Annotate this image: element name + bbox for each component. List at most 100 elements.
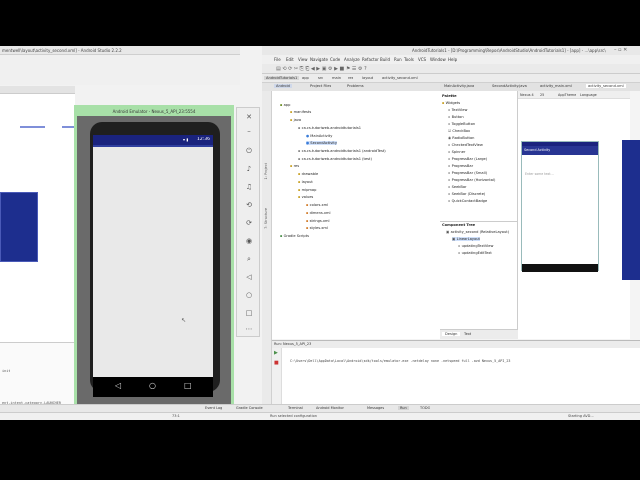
device-selector[interactable]: Nexus 4 bbox=[520, 93, 534, 97]
tree-item[interactable]: ▪ layout bbox=[298, 180, 313, 184]
palette-item[interactable]: ▫ ToggleButton bbox=[448, 122, 475, 126]
menu-file[interactable]: File bbox=[274, 57, 281, 62]
tree-item[interactable]: ▪ styles.xml bbox=[306, 226, 328, 230]
menu-refactor[interactable]: Refactor bbox=[362, 57, 379, 62]
component-tree-item[interactable]: ▫ updatingEditText bbox=[458, 251, 492, 255]
zoom-icon[interactable]: ⌕ bbox=[244, 254, 254, 264]
stop-icon[interactable]: ■ bbox=[274, 360, 279, 366]
tab-messages[interactable]: Messages bbox=[367, 406, 384, 410]
tree-item[interactable]: ▪ ca.cs.tutoriweb.androidtutorials1 bbox=[298, 126, 361, 130]
power-icon[interactable]: ⏻ bbox=[244, 146, 254, 156]
overview-icon[interactable]: □ bbox=[244, 308, 254, 318]
structure-side-tab[interactable]: 7: Structure bbox=[264, 208, 268, 229]
tab-event-log[interactable]: Event Log bbox=[205, 406, 222, 410]
project-side-tab[interactable]: 1: Project bbox=[264, 163, 268, 180]
palette-item[interactable]: ▫ Button bbox=[448, 115, 464, 119]
volume-down-icon[interactable]: ♫ bbox=[244, 182, 254, 192]
tab-text[interactable]: Text bbox=[464, 332, 471, 336]
menu-vcs[interactable]: VCS bbox=[418, 57, 426, 62]
tree-item[interactable]: ▪ dimens.xml bbox=[306, 211, 331, 215]
tree-item[interactable]: ▪ app bbox=[280, 103, 290, 107]
tab-problems[interactable]: Problems bbox=[347, 84, 364, 88]
breadcrumb-item-project[interactable]: AndroidTutorials1 bbox=[264, 76, 300, 80]
palette-item[interactable]: ▫ ProgressBar (Large) bbox=[448, 157, 487, 161]
minimize-icon[interactable]: – bbox=[244, 126, 254, 136]
palette-item[interactable]: ▫ ProgressBar bbox=[448, 164, 473, 168]
tree-item[interactable]: ▪ colors.xml bbox=[306, 203, 328, 207]
menu-build[interactable]: Build bbox=[380, 57, 390, 62]
palette-item[interactable]: ▫ SeekBar bbox=[448, 185, 467, 189]
nav-back-icon[interactable]: ◁ bbox=[115, 381, 121, 390]
volume-up-icon[interactable]: ♪ bbox=[244, 164, 254, 174]
menu-analyze[interactable]: Analyze bbox=[344, 57, 360, 62]
phone-screen[interactable]: ▾ ▮ 12:36 ↖ ◁ ○ □ bbox=[93, 135, 213, 397]
tree-item[interactable]: ▪ Gradle Scripts bbox=[280, 234, 309, 238]
menu-window[interactable]: Window bbox=[430, 57, 446, 62]
tab-android[interactable]: Android bbox=[274, 84, 292, 88]
menu-help[interactable]: Help bbox=[448, 57, 457, 62]
tab-run[interactable]: Run bbox=[398, 406, 409, 410]
tab-android-monitor[interactable]: Android Monitor bbox=[316, 406, 344, 410]
device-preview[interactable]: Second Activity Enter some text... bbox=[521, 141, 599, 272]
breadcrumb-item-main[interactable]: main bbox=[332, 76, 341, 80]
tree-item[interactable]: ▪ drawable bbox=[298, 172, 318, 176]
rerun-icon[interactable]: ▶ bbox=[274, 350, 278, 356]
component-tree-item-selected[interactable]: ▣ LinearLayout bbox=[452, 237, 480, 241]
editor-tab-main-java[interactable]: MainActivity.java bbox=[444, 84, 474, 88]
breadcrumb-item-src[interactable]: src bbox=[318, 76, 323, 80]
tree-item[interactable]: ▪ manifests bbox=[290, 110, 311, 114]
editor-tab-main-xml[interactable]: activity_main.xml bbox=[540, 84, 572, 88]
palette-item[interactable]: ▫ ProgressBar (Small) bbox=[448, 171, 487, 175]
home-icon[interactable]: ○ bbox=[244, 290, 254, 300]
palette-item[interactable]: ▫ SeekBar (Discrete) bbox=[448, 192, 485, 196]
palette-item[interactable]: ▫ Spinner bbox=[448, 150, 465, 154]
editor-tab-second-java[interactable]: SecondActivity.java bbox=[492, 84, 527, 88]
tree-item[interactable]: ▪ java bbox=[290, 118, 301, 122]
editor-tab-second-xml[interactable]: activity_second.xml bbox=[586, 84, 626, 88]
breadcrumb-item-res[interactable]: res bbox=[348, 76, 353, 80]
tab-terminal[interactable]: Terminal bbox=[288, 406, 303, 410]
breadcrumb-item-file[interactable]: activity_second.xml bbox=[382, 76, 418, 80]
palette-item[interactable]: ▫ ProgressBar (Horizontal) bbox=[448, 178, 495, 182]
tree-item-selected[interactable]: ● SecondActivity bbox=[306, 141, 337, 145]
api-selector[interactable]: 25 bbox=[540, 93, 544, 97]
tab-design[interactable]: Design bbox=[442, 332, 461, 336]
tree-item[interactable]: ▪ ca.cs.tutoriweb.androidtutorials1 (and… bbox=[298, 149, 386, 153]
rotate-left-icon[interactable]: ⟲ bbox=[244, 200, 254, 210]
menu-edit[interactable]: Edit bbox=[286, 57, 294, 62]
palette-item[interactable]: ▪ Widgets bbox=[442, 101, 460, 105]
component-tree-item[interactable]: ▣ activity_second (RelativeLayout) bbox=[446, 230, 509, 234]
component-tree-item[interactable]: ▫ updatingTextView bbox=[458, 244, 493, 248]
rotate-right-icon[interactable]: ⟳ bbox=[244, 218, 254, 228]
menu-tools[interactable]: Tools bbox=[404, 57, 414, 62]
tab-gradle-console[interactable]: Gradle Console bbox=[236, 406, 263, 410]
close-icon[interactable]: ✕ bbox=[244, 112, 254, 122]
nav-home-icon[interactable]: ○ bbox=[149, 381, 156, 390]
palette-item[interactable]: ▫ QuickContactBadge bbox=[448, 199, 487, 203]
menu-view[interactable]: View bbox=[298, 57, 308, 62]
nav-recent-icon[interactable]: □ bbox=[184, 381, 192, 390]
back-icon[interactable]: ◁ bbox=[244, 272, 254, 282]
theme-selector[interactable]: AppTheme bbox=[558, 93, 576, 97]
breadcrumb-item-layout[interactable]: layout bbox=[362, 76, 373, 80]
tree-item[interactable]: ▪ mipmap bbox=[298, 188, 316, 192]
tab-todo[interactable]: TODO bbox=[420, 406, 430, 410]
window-controls[interactable]: – ▫ ✕ bbox=[614, 47, 627, 53]
tree-item[interactable]: ▪ strings.xml bbox=[306, 219, 330, 223]
camera-icon[interactable]: ◉ bbox=[244, 236, 254, 246]
more-icon[interactable]: ⋯ bbox=[244, 324, 254, 334]
tree-item[interactable]: ▪ values bbox=[298, 195, 313, 199]
tab-project-files[interactable]: Project Files bbox=[310, 84, 331, 88]
palette-item[interactable]: ◉ RadioButton bbox=[448, 136, 474, 140]
palette-item[interactable]: ▫ TextView bbox=[448, 108, 467, 112]
tree-item[interactable]: ▪ res bbox=[290, 164, 299, 168]
language-selector[interactable]: Language bbox=[580, 93, 597, 97]
tree-item[interactable]: ▪ ca.cs.tutoriweb.androidtutorials1 (tes… bbox=[298, 157, 372, 161]
palette-item[interactable]: ☑ CheckBox bbox=[448, 129, 470, 133]
menu-run[interactable]: Run bbox=[394, 57, 402, 62]
tree-item[interactable]: ● MainActivity bbox=[306, 134, 332, 138]
toolbar-icons[interactable]: ▤ ⟲ ⟳ ✂ ⎘ ⎗ ◀ ▶ ▣ ⚙ ▶ ■ ⚑ ☰ ⚙ ? bbox=[276, 66, 367, 72]
palette-item[interactable]: ▫ CheckedTextView bbox=[448, 143, 483, 147]
menu-code[interactable]: Code bbox=[330, 57, 340, 62]
breadcrumb-item-app[interactable]: app bbox=[302, 76, 309, 80]
